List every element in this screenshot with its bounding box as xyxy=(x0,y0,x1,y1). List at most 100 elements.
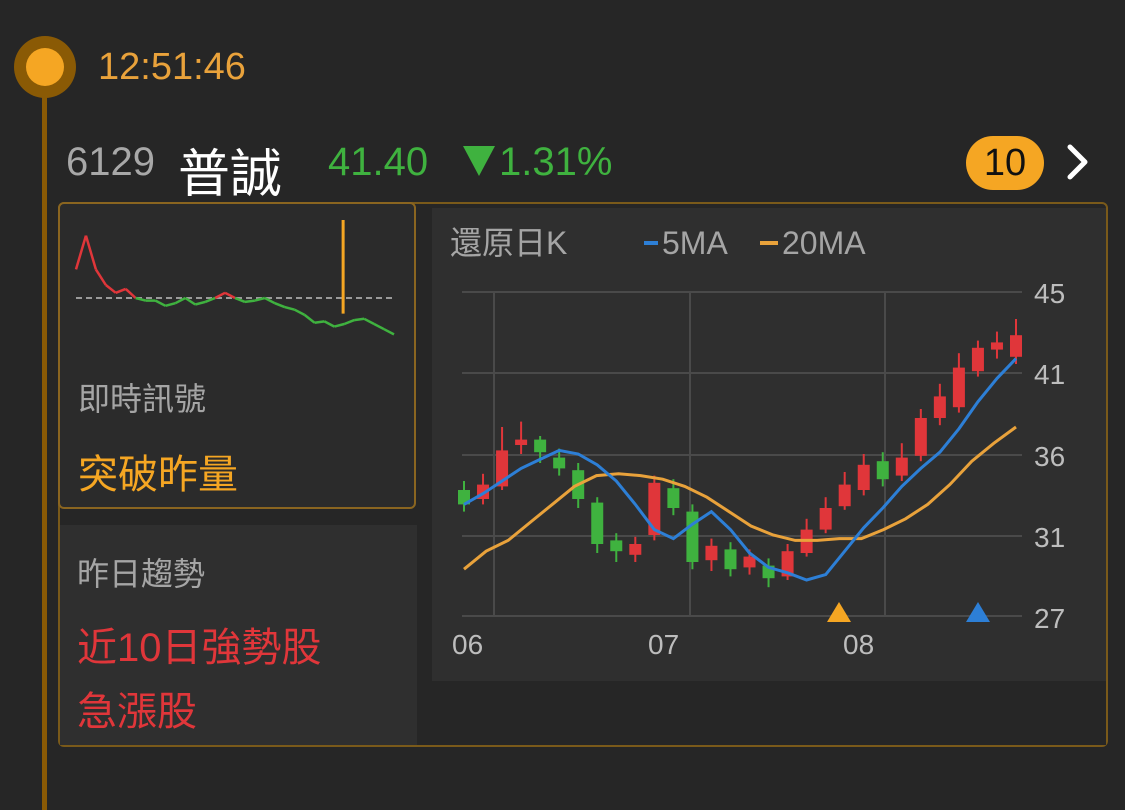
stock-change: 1.31% xyxy=(499,140,613,184)
candle xyxy=(895,443,908,481)
stock-code: 6129 xyxy=(66,140,155,184)
candle xyxy=(458,481,470,512)
ma20-line xyxy=(463,425,1017,571)
candle-body xyxy=(686,511,699,562)
trend-panel: 昨日趨勢 近10日強勢股 急漲股 xyxy=(60,525,417,745)
price-segment xyxy=(135,296,146,302)
price-segment xyxy=(303,313,316,324)
candle-body xyxy=(534,439,547,453)
k-chart-panel[interactable]: 還原日K 5MA 20MA 45 41 36 31 27 06 07 08 xyxy=(432,208,1106,681)
price-segment xyxy=(314,320,325,324)
candle xyxy=(1010,319,1022,364)
x-tick-06: 06 xyxy=(452,629,483,660)
candle xyxy=(857,454,870,496)
y-tick-45: 45 xyxy=(1034,278,1065,309)
candle-body xyxy=(857,464,870,490)
candle-body xyxy=(914,418,927,456)
candle-body xyxy=(933,396,946,418)
ma5-line xyxy=(463,357,1018,582)
candle xyxy=(876,452,889,487)
candle-body xyxy=(819,508,832,530)
legend-5ma: 5MA xyxy=(662,225,728,261)
price-segment xyxy=(354,317,365,322)
candle-body xyxy=(610,540,623,552)
candle xyxy=(610,533,623,562)
signal-label: 即時訊號 xyxy=(78,381,207,417)
candle xyxy=(591,497,604,553)
k-chart-title: 還原日K xyxy=(450,225,567,261)
candle xyxy=(819,497,832,534)
candle-body xyxy=(838,484,851,507)
candle-body xyxy=(743,556,756,568)
card-bottom-area xyxy=(417,681,1106,745)
x-tick-08: 08 xyxy=(843,629,874,660)
price-segment xyxy=(194,300,206,306)
candle-body xyxy=(515,439,528,445)
price-segment xyxy=(383,328,395,336)
k-chart: 還原日K 5MA 20MA 45 41 36 31 27 06 07 08 xyxy=(450,225,1065,660)
price-segment xyxy=(124,287,137,299)
candle-body xyxy=(952,367,965,408)
candle xyxy=(686,504,699,570)
candle-body xyxy=(1010,335,1022,357)
alert-time: 12:51:46 xyxy=(98,46,246,88)
y-tick-31: 31 xyxy=(1034,522,1065,553)
price-segment xyxy=(165,301,176,308)
candle-body xyxy=(895,457,908,476)
price-segment xyxy=(294,308,306,317)
down-triangle-icon xyxy=(463,146,495,176)
price-segment xyxy=(154,299,167,307)
candle xyxy=(914,409,927,462)
price-segment xyxy=(363,317,375,326)
candle xyxy=(724,542,737,577)
candle-body xyxy=(705,545,718,561)
price-segment xyxy=(84,235,98,270)
candle-body xyxy=(591,502,604,544)
y-tick-41: 41 xyxy=(1034,359,1065,390)
candle-body xyxy=(724,549,737,570)
y-tick-36: 36 xyxy=(1034,441,1065,472)
candle xyxy=(990,331,1003,359)
stock-header[interactable]: 6129 普誠 41.40 1.31% 10 xyxy=(66,128,1106,204)
price-segment xyxy=(323,320,335,328)
signal-value: 突破昨量 xyxy=(78,453,238,497)
price-segment xyxy=(373,322,385,331)
price-segment xyxy=(343,318,355,326)
signal-panel[interactable]: 即時訊號 突破昨量 xyxy=(58,202,416,509)
timeline-dot-icon xyxy=(14,36,76,98)
alert-count-badge[interactable]: 10 xyxy=(966,136,1044,190)
candle xyxy=(838,472,851,510)
intraday-chart xyxy=(74,220,396,336)
price-segment xyxy=(274,302,286,309)
y-tick-27: 27 xyxy=(1034,603,1065,634)
candle-body xyxy=(990,342,1003,350)
price-segment xyxy=(284,305,295,311)
price-segment xyxy=(244,299,256,304)
candle xyxy=(952,353,965,413)
candle-body xyxy=(876,461,889,480)
candle xyxy=(515,421,528,454)
trend-value-1: 近10日強勢股 xyxy=(77,626,322,670)
trend-label: 昨日趨勢 xyxy=(77,556,206,592)
candle xyxy=(705,538,718,571)
candle-body xyxy=(553,457,566,469)
timeline-line xyxy=(42,80,47,810)
signal-marker-blue xyxy=(966,602,990,622)
candle-body xyxy=(629,544,642,555)
price-segment xyxy=(115,287,127,294)
chevron-right-icon[interactable] xyxy=(1060,142,1094,182)
candle-body xyxy=(971,347,984,372)
price-segment xyxy=(94,268,107,286)
stock-price: 41.40 xyxy=(328,140,429,184)
x-tick-07: 07 xyxy=(648,629,679,660)
candle-body xyxy=(667,488,680,508)
trend-value-2: 急漲股 xyxy=(77,690,197,734)
candle xyxy=(800,518,813,557)
candle xyxy=(933,383,946,426)
price-segment xyxy=(74,235,88,270)
stock-name: 普誠 xyxy=(178,146,283,204)
price-segment xyxy=(334,322,345,328)
signal-marker-orange xyxy=(827,602,851,622)
candle xyxy=(629,536,642,562)
legend-20ma: 20MA xyxy=(782,225,866,261)
